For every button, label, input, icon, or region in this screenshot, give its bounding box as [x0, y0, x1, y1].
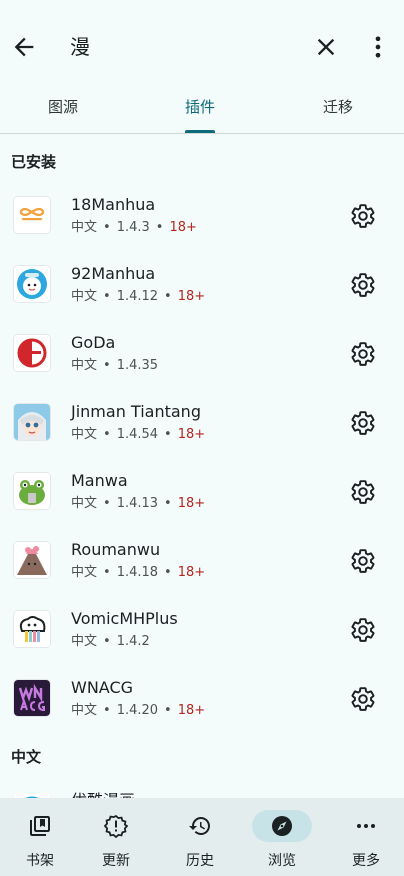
- nav-browse[interactable]: 浏览: [242, 798, 322, 876]
- settings-gear-icon[interactable]: [350, 548, 376, 574]
- settings-gear-icon[interactable]: [350, 410, 376, 436]
- extension-language: 中文: [71, 220, 98, 235]
- tab-extensions[interactable]: 插件: [137, 92, 263, 134]
- nav-history[interactable]: 历史: [160, 798, 240, 876]
- extension-icon-goda: [14, 335, 50, 371]
- nav-library[interactable]: 书架: [0, 798, 80, 876]
- extension-version: 1.4.54: [116, 427, 159, 442]
- nsfw-badge: 18+: [177, 496, 206, 511]
- extension-version: 1.4.3: [116, 220, 150, 235]
- extension-language: 中文: [71, 427, 98, 442]
- updates-icon: [104, 814, 128, 838]
- more-icon: [357, 824, 375, 828]
- library-icon: [30, 816, 50, 836]
- extension-row[interactable]: VomicMHPlus 中文 • 1.4.2: [0, 599, 404, 668]
- nav-label: 更新: [102, 853, 130, 869]
- extension-meta: 中文 • 1.4.18 • 18+: [71, 565, 206, 580]
- extension-version: 1.4.18: [116, 565, 159, 580]
- extension-row[interactable]: 92Manhua 中文 • 1.4.12 • 18+: [0, 254, 404, 323]
- extension-icon-jinman-tiantang: [14, 404, 50, 440]
- nav-label: 历史: [186, 853, 214, 869]
- extension-language: 中文: [71, 565, 98, 580]
- extension-row[interactable]: WNACG 中文 • 1.4.20 • 18+: [0, 668, 404, 737]
- nsfw-badge: 18+: [177, 703, 206, 718]
- extension-icon-18manhua: [14, 197, 50, 233]
- top-app-bar: 漫: [0, 0, 404, 92]
- extension-language: 中文: [71, 703, 98, 718]
- extension-meta: 中文 • 1.4.54 • 18+: [71, 427, 206, 442]
- tab-sources[interactable]: 图源: [0, 92, 126, 134]
- extension-version: 1.4.12: [116, 289, 159, 304]
- extension-icon-manwa: [14, 473, 50, 509]
- nav-label: 更多: [352, 853, 380, 869]
- settings-gear-icon[interactable]: [350, 686, 376, 712]
- extension-version: 1.4.20: [116, 703, 159, 718]
- extension-version: 1.4.2: [116, 634, 150, 649]
- tab-indicator: [185, 130, 215, 133]
- settings-gear-icon[interactable]: [350, 203, 376, 229]
- nsfw-badge: 18+: [177, 289, 206, 304]
- extension-icon-vomicmhplus: [14, 611, 50, 647]
- extension-name: Roumanwu: [71, 540, 161, 559]
- nsfw-badge: 18+: [169, 220, 197, 235]
- extension-name: GoDa: [71, 333, 116, 352]
- tab-bar: 图源 插件 迁移: [0, 92, 404, 134]
- extension-meta: 中文 • 1.4.3 • 18+: [71, 220, 197, 235]
- extension-row[interactable]: Jinman Tiantang 中文 • 1.4.54 • 18+: [0, 392, 404, 461]
- extension-meta: 中文 • 1.4.13 • 18+: [71, 496, 206, 511]
- extension-name: Jinman Tiantang: [71, 402, 201, 421]
- extension-icon-wnacg: [14, 680, 50, 716]
- extension-meta: 中文 • 1.4.12 • 18+: [71, 289, 206, 304]
- history-icon: [189, 817, 210, 835]
- settings-gear-icon[interactable]: [350, 341, 376, 367]
- browse-icon: [272, 816, 292, 836]
- search-input[interactable]: 漫: [70, 33, 90, 61]
- extension-name: Manwa: [71, 471, 128, 490]
- tab-migrate[interactable]: 迁移: [275, 92, 401, 134]
- extension-language: 中文: [71, 496, 98, 511]
- settings-gear-icon[interactable]: [350, 479, 376, 505]
- bottom-navigation: 书架 更新 历史 浏览 更多: [0, 798, 404, 876]
- section-header-chinese: 中文: [11, 748, 42, 766]
- extension-row[interactable]: Roumanwu 中文 • 1.4.18 • 18+: [0, 530, 404, 599]
- nsfw-badge: 18+: [177, 565, 206, 580]
- settings-gear-icon[interactable]: [350, 617, 376, 643]
- nsfw-badge: 18+: [177, 427, 206, 442]
- extension-name: WNACG: [71, 678, 134, 697]
- extension-meta: 中文 • 1.4.2: [71, 634, 150, 649]
- extension-language: 中文: [71, 634, 98, 649]
- extension-version: 1.4.13: [116, 496, 159, 511]
- extension-icon-roumanwu: [14, 542, 50, 578]
- extension-meta: 中文 • 1.4.20 • 18+: [71, 703, 206, 718]
- clear-search-icon[interactable]: [312, 33, 340, 61]
- back-arrow-icon[interactable]: [10, 33, 38, 61]
- overflow-menu-icon[interactable]: [364, 33, 392, 61]
- extension-meta: 中文 • 1.4.35: [71, 358, 159, 373]
- nav-updates[interactable]: 更新: [76, 798, 156, 876]
- extension-language: 中文: [71, 358, 98, 373]
- extension-icon-92manhua: [14, 266, 50, 302]
- nav-label: 书架: [26, 853, 54, 869]
- extensions-screen: 漫 图源 插件 迁移 已安装 18Manhua 中文•1.4.3•18+: [0, 0, 404, 876]
- extension-row[interactable]: 18Manhua 中文 • 1.4.3 • 18+: [0, 185, 404, 254]
- extension-row[interactable]: GoDa 中文 • 1.4.35: [0, 323, 404, 392]
- settings-gear-icon[interactable]: [350, 272, 376, 298]
- section-header-installed: 已安装: [11, 153, 57, 171]
- extension-name: VomicMHPlus: [71, 609, 178, 628]
- extension-name: 92Manhua: [71, 264, 156, 283]
- extension-version: 1.4.35: [116, 358, 159, 373]
- extension-row[interactable]: Manwa 中文 • 1.4.13 • 18+: [0, 461, 404, 530]
- extension-name: 18Manhua: [71, 195, 156, 214]
- nav-more[interactable]: 更多: [326, 798, 404, 876]
- extension-language: 中文: [71, 289, 98, 304]
- nav-label: 浏览: [268, 853, 296, 869]
